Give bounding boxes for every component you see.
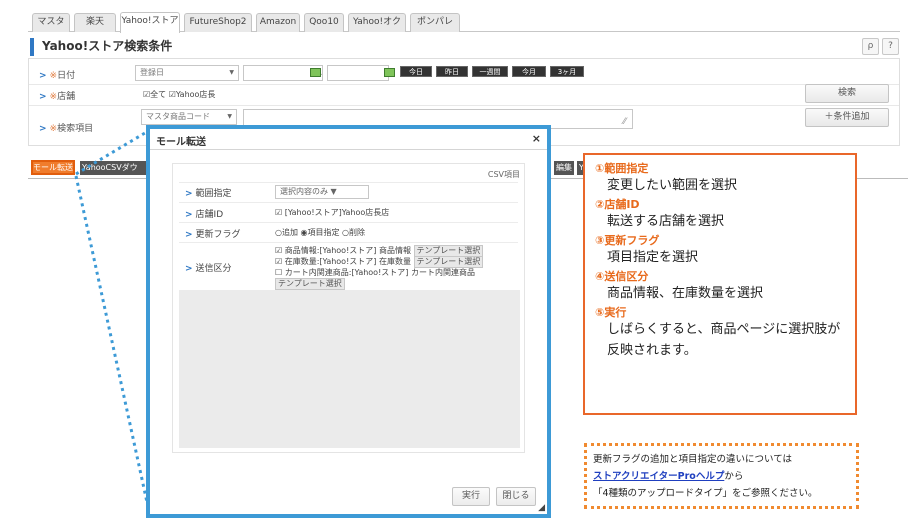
execute-button[interactable]: 実行 bbox=[452, 487, 490, 506]
store-id-label: 店舗ID bbox=[195, 210, 224, 220]
step4-text: 商品情報、在庫数量を選択 bbox=[607, 286, 764, 301]
product-info-checkbox[interactable]: ☑ 商品情報:[Yahoo!ストア] 商品情報 bbox=[275, 246, 411, 255]
step1-heading: ①範囲指定 bbox=[595, 162, 649, 175]
cart-related-checkbox[interactable]: ☐ カート内関連商品:[Yahoo!ストア] カート内関連商品 bbox=[275, 267, 475, 278]
step5-text: しばらくすると、商品ページに選択肢が bbox=[607, 322, 841, 337]
help-note-suffix: から bbox=[724, 471, 744, 482]
close-button[interactable]: 閉じる bbox=[496, 487, 536, 506]
step5-heading: ⑤実行 bbox=[595, 306, 627, 319]
step3-text: 項目指定を選択 bbox=[607, 250, 699, 265]
step2-heading: ②店舗ID bbox=[595, 198, 640, 211]
result-area bbox=[179, 290, 520, 448]
send-type-label: 送信区分 bbox=[195, 264, 232, 274]
instruction-callout: ①範囲指定 変更したい範囲を選択 ②店舗ID 転送する店舗を選択 ③更新フラグ … bbox=[583, 153, 857, 415]
help-note-line3: 「4種類のアップロードタイプ」をご参照ください。 bbox=[593, 488, 818, 499]
close-icon[interactable]: × bbox=[532, 132, 541, 145]
step1-text: 変更したい範囲を選択 bbox=[607, 178, 738, 193]
help-note: 更新フラグの追加と項目指定の違いについては ストアクリエイターProヘルプから … bbox=[584, 443, 859, 509]
send-type-row: > 送信区分 ☑ 商品情報:[Yahoo!ストア] 商品情報 テンプレート選択 ☑… bbox=[179, 242, 518, 290]
template-select-button-3[interactable]: テンプレート選択 bbox=[275, 278, 345, 290]
range-row: > 範囲指定 選択内容のみ ▼ bbox=[179, 182, 518, 200]
update-flag-radios[interactable]: ○追加 ◉項目指定 ○削除 bbox=[275, 227, 365, 238]
resize-grip-icon[interactable]: ◢ bbox=[538, 503, 545, 513]
step5-text-continued: 反映されます。 bbox=[607, 343, 697, 358]
help-link[interactable]: ストアクリエイターProヘルプ bbox=[593, 471, 724, 482]
mall-transfer-dialog: モール転送 × CSV項目 > 範囲指定 選択内容のみ ▼ > 店舗ID ☑ [Ya… bbox=[146, 125, 551, 518]
range-select[interactable]: 選択内容のみ ▼ bbox=[275, 185, 369, 199]
store-id-row: > 店舗ID ☑ [Yahoo!ストア]Yahoo店長店 bbox=[179, 202, 518, 220]
step4-heading: ④送信区分 bbox=[595, 270, 649, 283]
dialog-header: モール転送 × bbox=[150, 129, 547, 150]
dialog-title: モール転送 bbox=[156, 137, 206, 148]
update-flag-row: > 更新フラグ ○追加 ◉項目指定 ○削除 bbox=[179, 222, 518, 240]
help-note-line1: 更新フラグの追加と項目指定の違いについては bbox=[593, 454, 793, 465]
step3-heading: ③更新フラグ bbox=[595, 234, 660, 247]
store-id-checkbox[interactable]: ☑ [Yahoo!ストア]Yahoo店長店 bbox=[275, 207, 389, 218]
range-label: 範囲指定 bbox=[195, 189, 232, 199]
dialog-body: CSV項目 > 範囲指定 選択内容のみ ▼ > 店舗ID ☑ [Yahoo!ストア]… bbox=[172, 163, 525, 453]
stock-checkbox[interactable]: ☑ 在庫数量:[Yahoo!ストア] 在庫数量 bbox=[275, 257, 411, 266]
csv-item-label[interactable]: CSV項目 bbox=[488, 169, 520, 180]
update-flag-label: 更新フラグ bbox=[195, 230, 241, 240]
step2-text: 転送する店舗を選択 bbox=[607, 214, 725, 229]
